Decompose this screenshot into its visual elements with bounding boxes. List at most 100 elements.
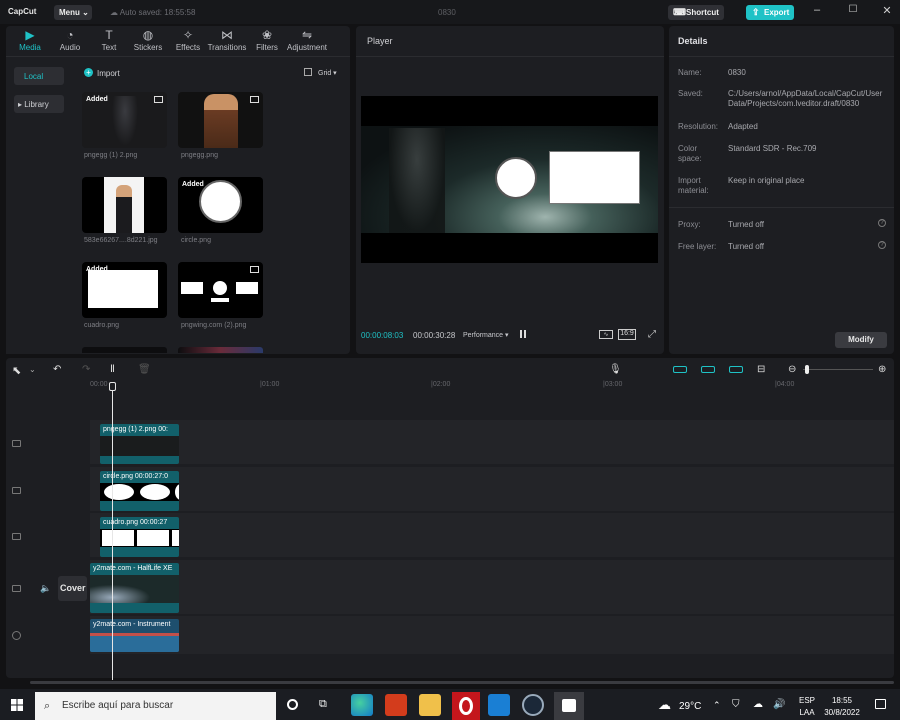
sidebar-item-library[interactable]: ▸ Library <box>14 95 64 113</box>
zoom-slider-handle[interactable] <box>805 365 809 374</box>
export-button[interactable]: ⇪ Export <box>746 5 794 20</box>
media-item[interactable] <box>82 347 167 353</box>
thumbnail-shape <box>213 281 227 295</box>
select-tool-icon[interactable]: ⬉ <box>12 364 21 377</box>
detail-value: 0830 <box>728 68 746 77</box>
tab-label: Filters <box>256 43 278 52</box>
added-badge: Added <box>86 266 108 273</box>
divider <box>669 56 894 57</box>
microphone-icon[interactable]: 🎙 <box>609 364 622 375</box>
media-item[interactable]: Added <box>82 262 167 318</box>
thumbnail-figure <box>116 185 132 233</box>
steam-icon[interactable] <box>522 694 544 716</box>
autosave-text: Auto saved: 18:55:58 <box>119 8 196 17</box>
track-visibility-icon[interactable] <box>12 487 21 494</box>
office-icon[interactable] <box>385 694 407 716</box>
clock[interactable]: 18:55 30/8/2022 <box>822 695 862 719</box>
track-visibility-icon[interactable] <box>12 533 21 540</box>
media-item[interactable]: Added <box>82 92 167 148</box>
network-icon[interactable]: ⛉ <box>732 699 740 710</box>
magnet-icon[interactable] <box>673 366 687 373</box>
media-item[interactable] <box>178 92 263 148</box>
track-visibility-icon[interactable] <box>12 440 21 447</box>
sidebar-item-local[interactable]: Local <box>14 67 64 85</box>
thumbnail-image <box>199 180 242 223</box>
chevron-up-icon[interactable]: ⌃ <box>713 700 721 711</box>
edge-icon[interactable] <box>351 694 373 716</box>
info-icon[interactable]: ? <box>878 219 886 227</box>
link-icon[interactable] <box>701 366 715 373</box>
taskbar-search[interactable]: Escribe aquí para buscar <box>35 692 276 720</box>
maximize-button[interactable]: ☐ <box>845 4 861 20</box>
pause-icon[interactable] <box>520 330 522 338</box>
media-item[interactable]: Added <box>178 177 263 233</box>
media-item-name: 583e66267....8d221.jpg <box>84 237 158 244</box>
tab-stickers[interactable]: ◍ Stickers <box>128 28 168 56</box>
audio-track-icon[interactable] <box>12 631 21 640</box>
tab-effects[interactable]: ✧ Effects <box>168 28 208 56</box>
detail-label: Saved: <box>678 89 703 98</box>
preview-axis-icon[interactable] <box>729 366 743 373</box>
file-explorer-icon[interactable] <box>419 694 441 716</box>
fullscreen-icon[interactable]: ⤢ <box>648 329 656 340</box>
view-mode-dropdown[interactable]: Grid ▾ <box>318 69 337 77</box>
track-row <box>90 467 894 511</box>
playhead[interactable] <box>112 382 113 680</box>
delete-icon[interactable]: 🗑 <box>138 364 151 375</box>
split-icon[interactable]: Ⅱ <box>110 364 115 375</box>
chevron-down-icon[interactable]: ⌄ <box>29 365 36 374</box>
opera-icon[interactable] <box>452 692 480 720</box>
timeline-scrollbar[interactable] <box>30 681 894 684</box>
modify-button[interactable]: Modify <box>835 332 887 348</box>
video-preview[interactable] <box>361 96 658 263</box>
rectangle-overlay[interactable] <box>549 151 640 204</box>
tab-audio[interactable]: ◔ Audio <box>50 28 90 56</box>
detail-value: Turned off <box>728 220 765 229</box>
shortcut-button[interactable]: ⌨ Shortcut <box>668 5 724 20</box>
playhead-handle[interactable] <box>109 382 116 391</box>
performance-dropdown[interactable]: Performance ▾ <box>463 331 509 339</box>
tab-transitions[interactable]: ⋈ Transitions <box>207 28 247 56</box>
tab-media[interactable]: ▶ Media <box>10 28 50 56</box>
speaker-icon[interactable]: 🔈 <box>40 583 51 594</box>
media-item[interactable] <box>178 262 263 318</box>
volume-icon[interactable]: 🔊 <box>773 699 785 710</box>
cortana-icon[interactable] <box>287 699 298 710</box>
total-time: 00:00:30:28 <box>413 331 456 340</box>
track-visibility-icon[interactable] <box>12 585 21 592</box>
info-icon[interactable]: ? <box>878 241 886 249</box>
onedrive-icon[interactable]: ☁ <box>753 699 763 710</box>
windows-start-icon[interactable] <box>11 699 23 711</box>
language-indicator[interactable]: ESP LAA <box>799 695 815 719</box>
notification-icon[interactable] <box>875 699 886 709</box>
thumbnail-image <box>112 96 138 146</box>
waveform-icon[interactable]: ∿ <box>599 330 613 339</box>
circle-overlay[interactable] <box>495 157 537 199</box>
aspect-ratio-button[interactable]: 16:9 <box>618 329 636 340</box>
minimize-button[interactable]: – <box>809 4 825 20</box>
menu-button[interactable]: Menu ⌄ <box>54 5 92 20</box>
timeline-clip[interactable]: y2mate.com - Instrument <box>90 619 179 652</box>
close-button[interactable]: ✕ <box>879 4 895 20</box>
weather-temp[interactable]: 29°C <box>679 701 701 712</box>
capcut-taskbar-button[interactable] <box>554 692 584 720</box>
mail-icon[interactable] <box>488 694 510 716</box>
media-item[interactable] <box>178 347 263 353</box>
media-item[interactable] <box>82 177 167 233</box>
align-icon[interactable]: ⊟ <box>757 364 765 375</box>
detail-value: C:/Users/arnol/AppData/Local/CapCut/User… <box>728 89 883 108</box>
zoom-out-icon[interactable]: ⊖ <box>788 364 796 375</box>
grid-icon <box>304 68 312 76</box>
task-view-icon[interactable]: ⧉ <box>319 698 327 711</box>
timeline-clip[interactable]: y2mate.com - HalfLife XE <box>90 563 179 613</box>
import-button[interactable]: Import <box>97 69 120 78</box>
zoom-slider[interactable] <box>803 369 873 370</box>
tab-adjustment[interactable]: ⇋ Adjustment <box>287 28 327 56</box>
video-figure <box>389 128 445 233</box>
undo-icon[interactable]: ↶ <box>53 364 61 375</box>
zoom-in-icon[interactable]: ⊕ <box>878 364 886 375</box>
redo-icon[interactable]: ↷ <box>82 364 90 375</box>
tab-filters[interactable]: ❀ Filters <box>247 28 287 56</box>
tab-text[interactable]: T Text <box>89 28 129 56</box>
cover-button[interactable]: Cover <box>58 576 87 601</box>
